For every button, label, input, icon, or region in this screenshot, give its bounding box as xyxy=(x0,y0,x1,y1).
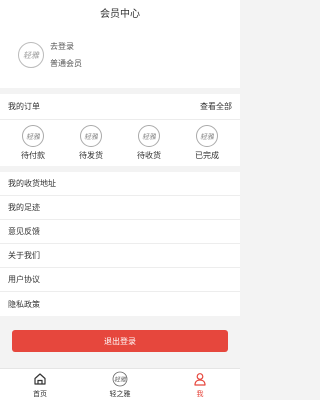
menu-item-privacy-policy[interactable]: 隐私政策 xyxy=(0,292,240,316)
login-link[interactable]: 去登录 xyxy=(50,41,82,52)
svg-text:轻雅: 轻雅 xyxy=(23,51,40,60)
svg-text:轻雅: 轻雅 xyxy=(142,133,156,141)
tabbar-label: 我 xyxy=(196,389,204,398)
menu-item-about-us[interactable]: 关于我们 xyxy=(0,244,240,268)
brand-logo-icon: 轻雅 xyxy=(196,125,218,147)
order-tab-label: 待收货 xyxy=(137,151,161,160)
order-tab-label: 待发货 xyxy=(79,151,103,160)
bottom-tab-bar: 首页 轻雅 轻之雅 我 xyxy=(0,368,240,400)
order-tab-pending-payment[interactable]: 轻雅 待付款 xyxy=(8,125,58,161)
menu-item-label: 我的足迹 xyxy=(8,203,40,212)
member-level-label: 普通会员 xyxy=(50,59,82,68)
menu-item-label: 意见反馈 xyxy=(8,227,40,236)
menu-item-label: 隐私政策 xyxy=(8,299,40,309)
brand-logo-icon: 轻雅 xyxy=(80,125,102,147)
brand-logo-icon: 轻雅 xyxy=(138,125,160,147)
menu-item-label: 用户协议 xyxy=(8,275,40,284)
menu-item-label: 关于我们 xyxy=(8,251,40,260)
brand-logo-icon: 轻雅 xyxy=(23,51,40,60)
orders-title: 我的订单 xyxy=(8,102,40,111)
logout-container: 退出登录 xyxy=(0,330,240,352)
brand-logo-icon: 轻雅 xyxy=(22,125,44,147)
menu-item-label: 我的收货地址 xyxy=(8,179,56,188)
order-tab-pending-receipt[interactable]: 轻雅 待收货 xyxy=(124,125,174,161)
svg-text:轻雅: 轻雅 xyxy=(200,133,214,141)
menu-item-feedback[interactable]: 意见反馈 xyxy=(0,220,240,244)
view-all-orders-link[interactable]: 查看全部 xyxy=(200,101,232,112)
member-center-page: 会员中心 轻雅 去登录 普通会员 我的订单 查看全部 轻雅 待付款 轻雅 待发货… xyxy=(0,0,240,400)
order-tab-label: 已完成 xyxy=(195,151,219,160)
svg-text:轻雅: 轻雅 xyxy=(84,133,98,141)
tabbar-item-me[interactable]: 我 xyxy=(170,371,230,399)
orders-section: 我的订单 查看全部 轻雅 待付款 轻雅 待发货 轻雅 待收货 轻雅 已完成 xyxy=(0,94,240,166)
orders-header: 我的订单 查看全部 xyxy=(0,94,240,120)
person-icon xyxy=(192,371,208,387)
order-tab-label: 待付款 xyxy=(21,151,45,160)
tabbar-item-home[interactable]: 首页 xyxy=(10,371,70,399)
order-status-tabs: 轻雅 待付款 轻雅 待发货 轻雅 待收货 轻雅 已完成 xyxy=(0,120,240,166)
brand-logo-icon: 轻雅 xyxy=(112,371,128,387)
logout-button[interactable]: 退出登录 xyxy=(12,330,228,352)
page-title: 会员中心 xyxy=(100,8,140,20)
menu-item-footprints[interactable]: 我的足迹 xyxy=(0,196,240,220)
svg-text:轻雅: 轻雅 xyxy=(114,375,127,383)
tabbar-label: 首页 xyxy=(33,389,47,398)
avatar[interactable]: 轻雅 xyxy=(18,42,44,68)
profile-section[interactable]: 轻雅 去登录 普通会员 xyxy=(0,22,240,88)
menu-list: 我的收货地址 我的足迹 意见反馈 关于我们 用户协议 隐私政策 xyxy=(0,172,240,316)
tabbar-item-brand[interactable]: 轻雅 轻之雅 xyxy=(90,371,150,399)
order-tab-completed[interactable]: 轻雅 已完成 xyxy=(182,125,232,161)
menu-item-shipping-address[interactable]: 我的收货地址 xyxy=(0,172,240,196)
order-tab-pending-shipment[interactable]: 轻雅 待发货 xyxy=(66,125,116,161)
menu-item-user-agreement[interactable]: 用户协议 xyxy=(0,268,240,292)
top-bar: 会员中心 xyxy=(0,0,240,22)
svg-text:轻雅: 轻雅 xyxy=(26,133,40,141)
tabbar-label: 轻之雅 xyxy=(109,389,131,398)
home-icon xyxy=(32,371,48,387)
